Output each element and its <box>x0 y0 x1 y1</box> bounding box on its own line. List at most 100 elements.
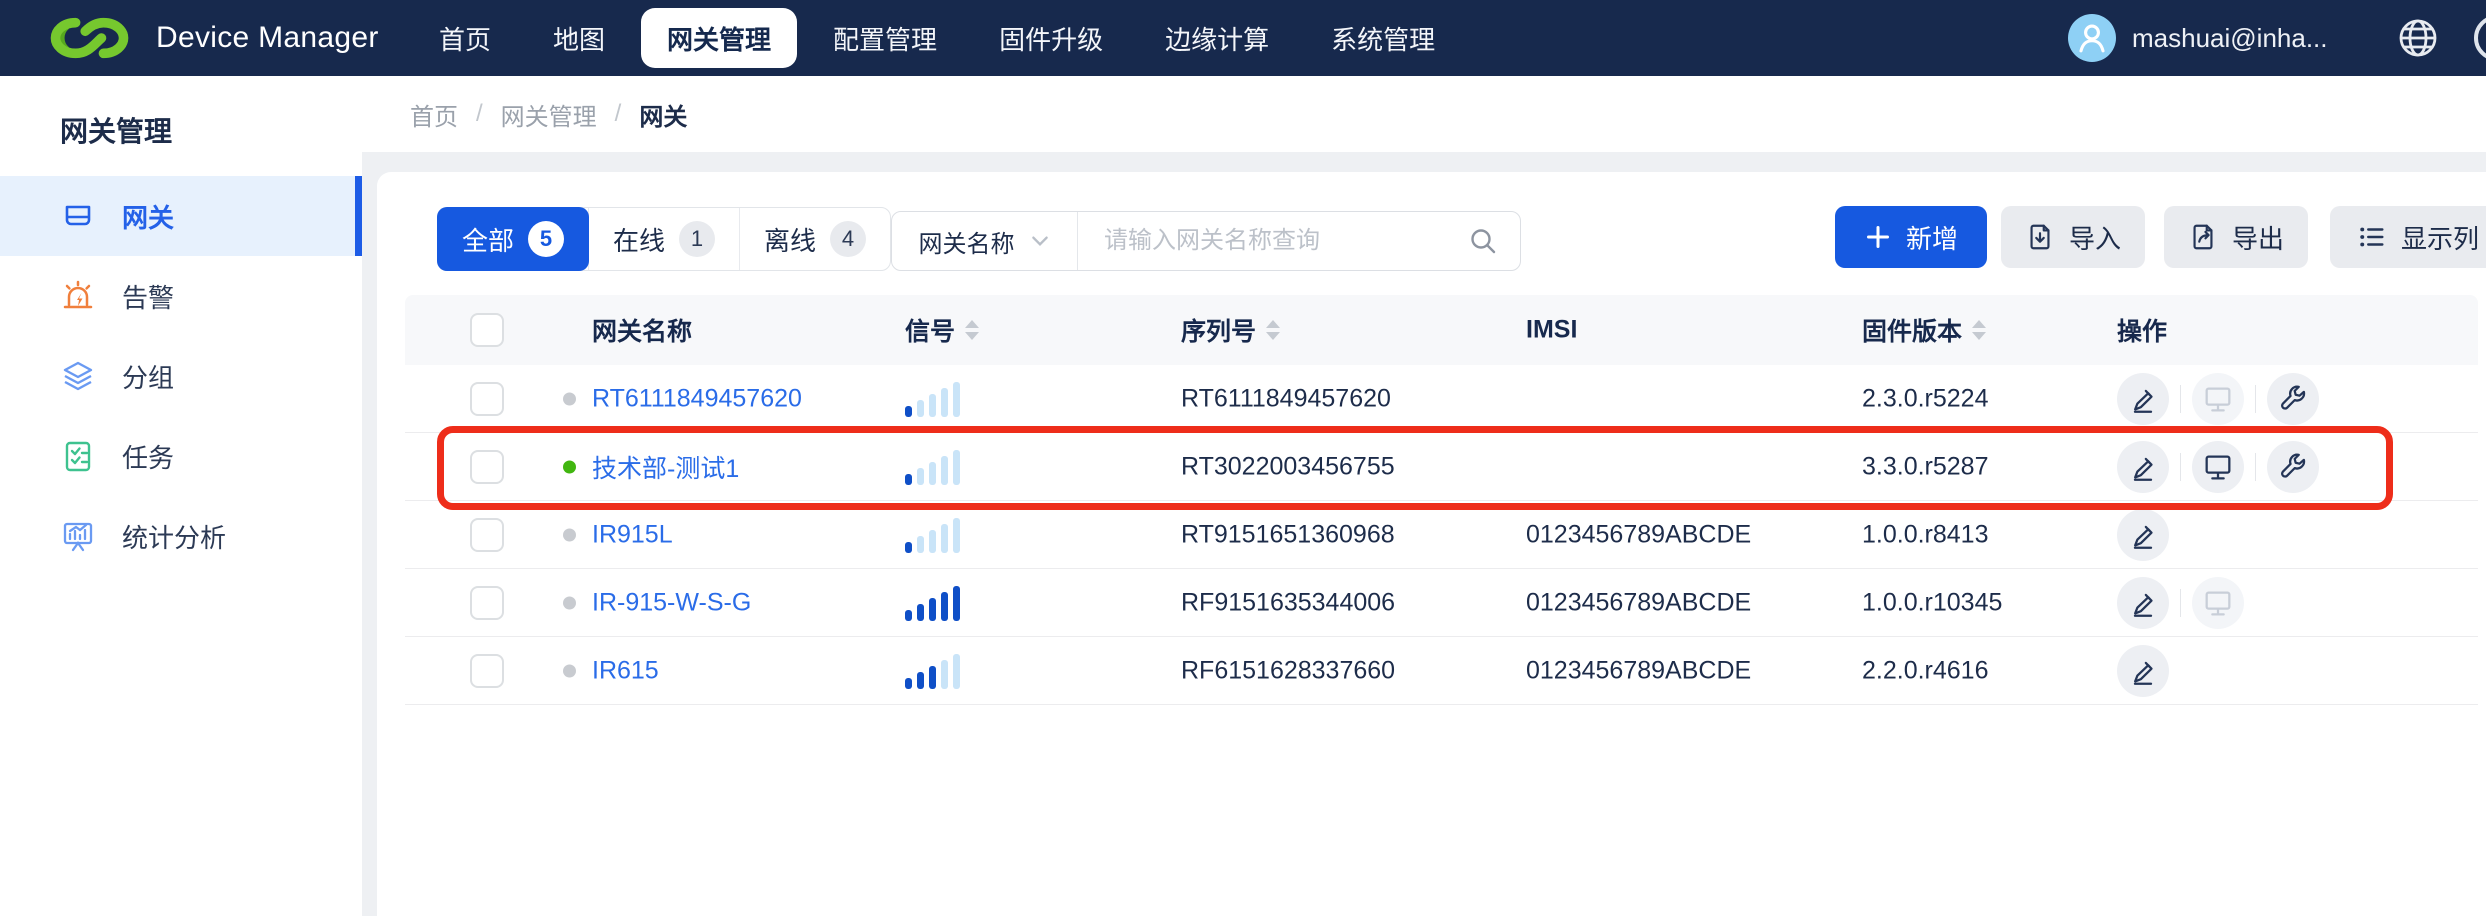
gateway-name-link[interactable]: IR615 <box>592 656 659 685</box>
nav-item-firmware-upgrade[interactable]: 固件升级 <box>973 0 1129 76</box>
export-button[interactable]: 导出 <box>2164 206 2308 268</box>
button-label: 新增 <box>1906 219 1958 256</box>
sort-icon[interactable] <box>965 320 979 340</box>
sidebar-title: 网关管理 <box>60 110 362 150</box>
select-all-checkbox[interactable] <box>470 313 504 347</box>
column-header-label: 固件版本 <box>1862 312 1962 348</box>
button-label: 导出 <box>2232 219 2284 256</box>
filter-tab-count: 5 <box>528 221 564 257</box>
show-columns-button[interactable]: 显示列 <box>2330 206 2486 268</box>
status-dot-offline <box>563 528 576 541</box>
row-actions <box>2117 577 2244 629</box>
sort-icon[interactable] <box>1266 320 1280 340</box>
wrench-icon <box>2276 450 2310 484</box>
nav-item-home[interactable]: 首页 <box>413 0 517 76</box>
layers-icon <box>60 358 96 394</box>
nav-item-config-management[interactable]: 配置管理 <box>807 0 963 76</box>
import-button[interactable]: 导入 <box>2001 206 2145 268</box>
sidebar-item-alarms[interactable]: 告警 <box>0 256 362 336</box>
search-field-selector[interactable]: 网关名称 <box>892 212 1078 270</box>
edit-action-button[interactable] <box>2117 509 2169 561</box>
gateway-name-link[interactable]: IR-915-W-S-G <box>592 588 751 617</box>
row-checkbox[interactable] <box>470 382 504 416</box>
breadcrumb-item[interactable]: 网关管理 <box>501 97 597 132</box>
nav-item-map[interactable]: 地图 <box>527 0 631 76</box>
edit-action-button[interactable] <box>2117 441 2169 493</box>
gateway-table: 网关名称信号序列号IMSI固件版本操作 RT6111849457620RT611… <box>405 295 2478 705</box>
row-checkbox[interactable] <box>470 518 504 552</box>
sidebar-item-label: 统计分析 <box>122 518 226 555</box>
row-actions <box>2117 509 2169 561</box>
columns-icon <box>2357 222 2387 252</box>
sidebar-item-statistics[interactable]: 统计分析 <box>0 496 362 576</box>
gateway-name-link[interactable]: RT6111849457620 <box>592 384 802 413</box>
globe-icon[interactable] <box>2396 16 2440 60</box>
firmware-version: 1.0.0.r10345 <box>1862 588 2002 617</box>
status-dot-offline <box>563 596 576 609</box>
column-header-label: 网关名称 <box>592 312 692 348</box>
partial-circle-icon[interactable] <box>2474 15 2486 61</box>
search-icon[interactable] <box>1468 226 1498 256</box>
monitor-action-button[interactable] <box>2192 441 2244 493</box>
user-avatar[interactable] <box>2068 14 2116 62</box>
gateway-name-link[interactable]: 技术部-测试1 <box>592 449 739 485</box>
serial-number: RT9151651360968 <box>1181 520 1395 549</box>
stats-icon <box>60 518 96 554</box>
gateway-name-link[interactable]: IR915L <box>592 520 673 549</box>
edit-icon <box>2126 450 2160 484</box>
nav-item-edge-computing[interactable]: 边缘计算 <box>1139 0 1295 76</box>
column-header[interactable]: 序列号 <box>1181 312 1280 348</box>
serial-number: RT3022003456755 <box>1181 452 1395 481</box>
column-header[interactable]: 固件版本 <box>1862 312 1986 348</box>
sidebar-item-label: 任务 <box>122 438 174 475</box>
row-actions <box>2117 373 2319 425</box>
column-header[interactable]: 信号 <box>905 312 979 348</box>
wrench-action-button[interactable] <box>2267 373 2319 425</box>
nav-item-system-management[interactable]: 系统管理 <box>1305 0 1461 76</box>
monitor-action-button <box>2192 373 2244 425</box>
monitor-icon <box>2201 586 2235 620</box>
export-icon <box>2188 222 2218 252</box>
status-dot-offline <box>563 664 576 677</box>
edit-action-button[interactable] <box>2117 373 2169 425</box>
sidebar-item-gateway[interactable]: 网关 <box>0 176 362 256</box>
row-checkbox[interactable] <box>470 654 504 688</box>
gateway-icon <box>60 198 96 234</box>
row-actions <box>2117 441 2319 493</box>
person-icon <box>2070 16 2114 60</box>
edit-icon <box>2126 518 2160 552</box>
breadcrumb-separator: / <box>615 100 622 128</box>
filter-tab-count: 1 <box>679 221 715 257</box>
status-filter-tabs: 全部 5 在线1离线4 <box>437 207 891 271</box>
gateway-row: IR915LRT91516513609680123456789ABCDE1.0.… <box>405 501 2478 569</box>
row-checkbox[interactable] <box>470 586 504 620</box>
filter-tab-label: 全部 <box>462 221 514 258</box>
wrench-action-button[interactable] <box>2267 441 2319 493</box>
sort-icon[interactable] <box>1972 320 1986 340</box>
sidebar-item-tasks[interactable]: 任务 <box>0 416 362 496</box>
firmware-version: 3.3.0.r5287 <box>1862 452 1989 481</box>
filter-tab-all[interactable]: 全部 5 <box>437 207 589 271</box>
inhand-logo-icon <box>46 15 134 61</box>
edit-action-button[interactable] <box>2117 645 2169 697</box>
breadcrumb-item[interactable]: 首页 <box>410 97 458 132</box>
column-header-label: IMSI <box>1526 316 1577 345</box>
firmware-version: 1.0.0.r8413 <box>1862 520 1989 549</box>
nav-item-gateway-management[interactable]: 网关管理 <box>641 8 797 68</box>
import-icon <box>2025 222 2055 252</box>
serial-number: RF9151635344006 <box>1181 588 1395 617</box>
search-group: 网关名称 <box>891 211 1521 271</box>
action-divider <box>2180 385 2181 413</box>
alarm-icon <box>60 278 96 314</box>
column-header: 操作 <box>2117 312 2167 348</box>
imsi-value: 0123456789ABCDE <box>1526 656 1751 685</box>
search-input[interactable] <box>1078 212 1468 270</box>
filter-tab-offline[interactable]: 离线4 <box>739 208 890 270</box>
row-checkbox[interactable] <box>470 450 504 484</box>
serial-number: RF6151628337660 <box>1181 656 1395 685</box>
edit-action-button[interactable] <box>2117 577 2169 629</box>
add-button[interactable]: 新增 <box>1835 206 1987 268</box>
filter-tab-online[interactable]: 在线1 <box>588 208 739 270</box>
sidebar-item-groups[interactable]: 分组 <box>0 336 362 416</box>
username-text[interactable]: mashuai@inha... <box>2132 0 2328 76</box>
